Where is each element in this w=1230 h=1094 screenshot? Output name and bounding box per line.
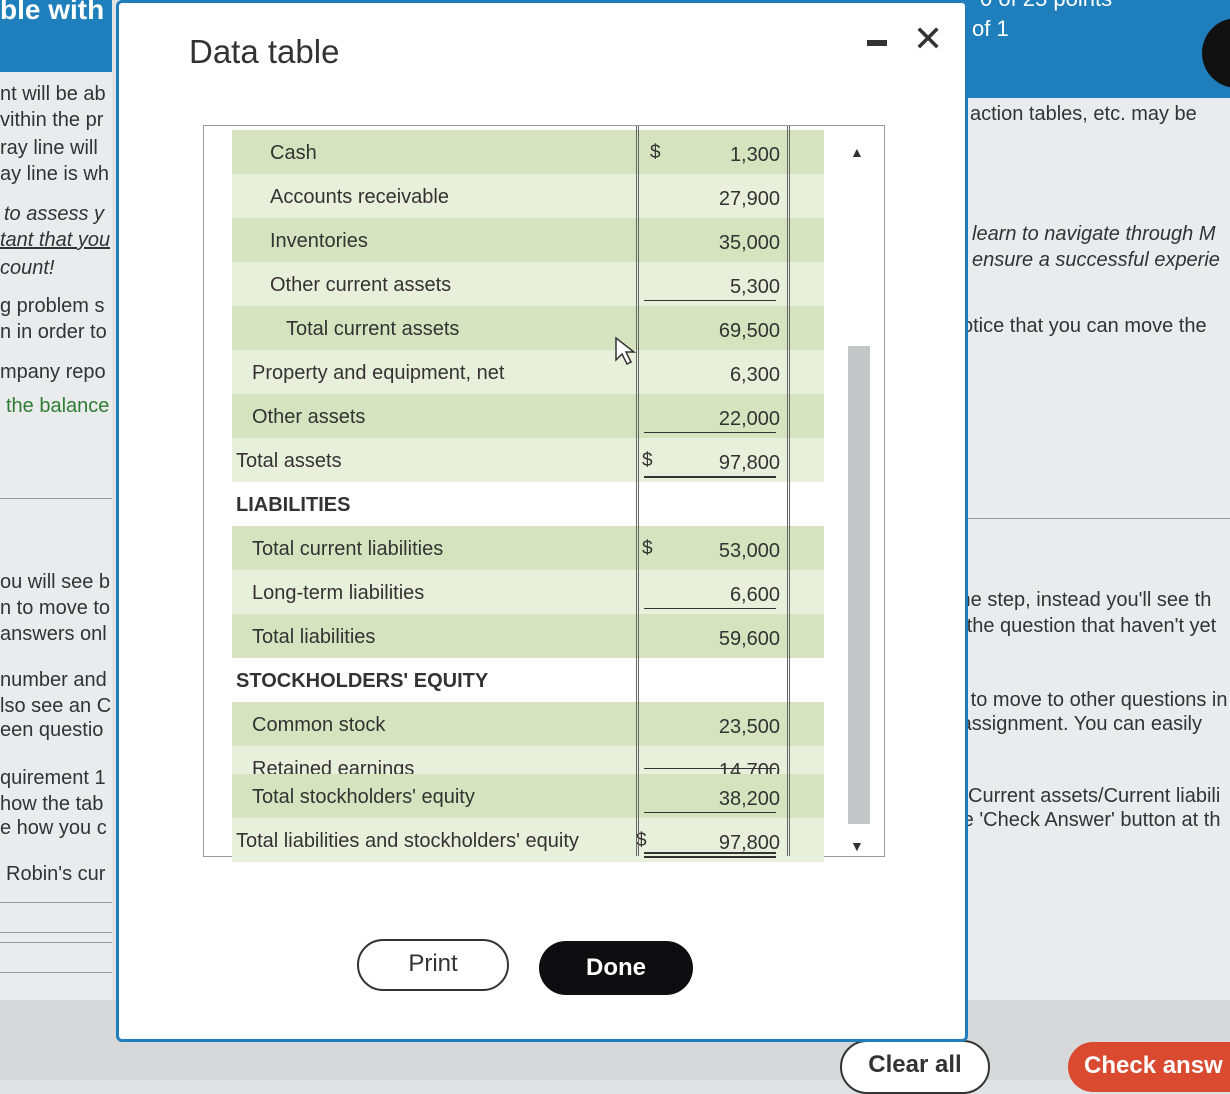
- row-label: Other current assets: [270, 274, 452, 296]
- row-label: Cash: [270, 142, 317, 164]
- row-label: Total liabilities and stockholders' equi…: [236, 830, 579, 852]
- row-label: Total liabilities: [252, 626, 376, 648]
- mouse-pointer-icon: [615, 336, 637, 366]
- answer-input-line[interactable]: [0, 972, 112, 973]
- scroll-up-icon[interactable]: ▲: [850, 144, 864, 160]
- bg-text: n to move to: [0, 597, 111, 619]
- bg-text: lso see an C: [0, 695, 112, 717]
- bg-text: e assignment. You can easily: [944, 713, 1202, 735]
- bg-text: nt will be ab: [0, 83, 106, 105]
- answer-input-line[interactable]: [0, 942, 112, 943]
- print-button[interactable]: Print: [357, 939, 509, 991]
- bg-text: n the question that haven't yet: [950, 615, 1217, 637]
- scroll-down-icon[interactable]: ▼: [850, 838, 864, 854]
- bg-text: count!: [0, 257, 55, 279]
- bg-text: to assess y: [4, 203, 105, 225]
- dialog-title: Data table: [189, 33, 340, 70]
- row-label: Property and equipment, net: [252, 362, 505, 384]
- row-label: Other assets: [252, 406, 366, 428]
- avatar[interactable]: [1202, 18, 1230, 88]
- row-label: Common stock: [252, 714, 386, 736]
- section-heading: LIABILITIES: [236, 494, 351, 516]
- table-scrollbar[interactable]: ▲ ▼: [832, 126, 884, 856]
- bg-text: ns to move to other questions in: [944, 689, 1228, 711]
- bg-text: ray line will: [0, 137, 98, 159]
- right-banner: 0 of 25 points of 1: [930, 0, 1230, 98]
- row-label: Total current liabilities: [252, 538, 444, 560]
- bg-text: n in order to: [0, 321, 107, 343]
- divider: [0, 498, 112, 499]
- minimize-icon[interactable]: [867, 40, 887, 46]
- row-label: Accounts receivable: [270, 186, 449, 208]
- row-label: Total assets: [236, 450, 342, 472]
- bg-text: the 'Check Answer' button at th: [946, 809, 1221, 831]
- done-button[interactable]: Done: [539, 941, 693, 995]
- bg-text: the step, instead you'll see th: [954, 589, 1212, 611]
- bg-text: g problem s: [0, 295, 105, 317]
- bg-text: number and: [0, 669, 107, 691]
- section-heading: STOCKHOLDERS' EQUITY: [236, 670, 489, 692]
- data-table-dialog: Data table ✕ Cash $ 1,300 Accounts recei…: [116, 0, 968, 1042]
- bg-text: ay line is wh: [0, 163, 109, 185]
- row-label: Inventories: [270, 230, 368, 252]
- scroll-thumb[interactable]: [848, 346, 870, 824]
- row-label: Total current assets: [286, 318, 460, 340]
- bg-text: is Current assets/Current liabili: [948, 785, 1221, 807]
- bg-text: learn to navigate through M: [972, 223, 1216, 245]
- bg-text: how the tab: [0, 793, 104, 815]
- bg-text: otice that you can move the: [962, 315, 1207, 337]
- bg-text: action tables, etc. may be: [970, 103, 1197, 125]
- bg-text: tant that you: [0, 229, 111, 251]
- bg-text: vithin the pr: [0, 109, 104, 131]
- bg-text: mpany repo: [0, 361, 106, 383]
- balance-sheet-table: Cash $ 1,300 Accounts receivable 27,900 …: [203, 125, 885, 862]
- background-right-panel: 0 of 25 points of 1 action tables, etc. …: [930, 0, 1230, 1080]
- clear-all-button[interactable]: Clear all: [840, 1040, 990, 1094]
- bg-text: quirement 1: [0, 767, 106, 789]
- amount-column-border: [636, 126, 790, 856]
- divider: [950, 518, 1230, 519]
- page-of-text: of 1: [972, 16, 1009, 41]
- left-banner-text: ble with: [0, 0, 105, 25]
- bg-text: the balance: [6, 395, 110, 417]
- check-answer-button[interactable]: Check answ: [1068, 1042, 1230, 1092]
- left-banner: ble with: [0, 0, 112, 72]
- answer-input-line[interactable]: [0, 902, 112, 903]
- background-left-panel: ble with nt will be ab vithin the pr ray…: [0, 0, 112, 1080]
- bg-text: answers onl: [0, 623, 107, 645]
- row-label: Total stockholders' equity: [252, 786, 475, 808]
- bg-text: ensure a successful experie: [972, 249, 1220, 271]
- close-icon[interactable]: ✕: [913, 21, 943, 57]
- bg-text: e how you c: [0, 817, 107, 839]
- points-text: 0 of 25 points: [980, 0, 1112, 12]
- bg-text: een questio: [0, 719, 104, 741]
- bg-text: Robin's cur: [6, 863, 106, 885]
- row-label: Long-term liabilities: [252, 582, 425, 604]
- answer-input-line[interactable]: [0, 932, 112, 933]
- bg-text: ou will see b: [0, 571, 111, 593]
